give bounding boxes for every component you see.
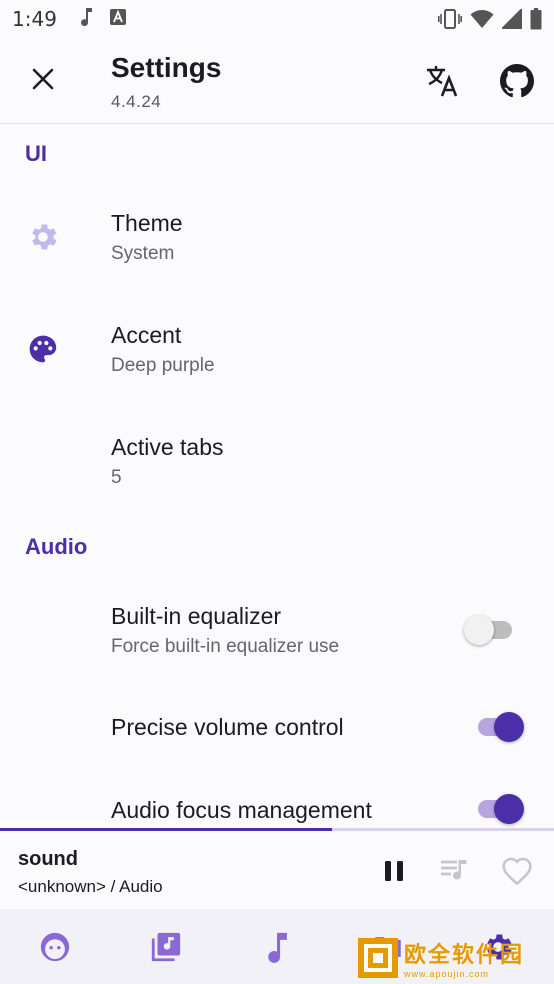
- album-icon: [151, 932, 181, 962]
- pause-icon: [385, 861, 403, 881]
- status-time: 1:49: [12, 7, 57, 31]
- mini-player[interactable]: sound <unknown> / Audio: [0, 831, 554, 909]
- pref-active-tabs[interactable]: Active tabs 5: [0, 407, 554, 515]
- wifi-icon: [470, 9, 494, 34]
- watermark: 欧全软件园 www.apoujin.com: [356, 935, 546, 981]
- audio-focus-switch[interactable]: [474, 794, 524, 824]
- pref-precise-volume[interactable]: Precise volume control: [0, 690, 554, 770]
- palette-icon: [25, 331, 61, 367]
- music-note-icon: [268, 932, 287, 963]
- nav-artists[interactable]: [35, 927, 75, 967]
- artist-face-icon: [40, 932, 70, 962]
- section-header-ui: UI: [25, 141, 47, 166]
- nav-songs[interactable]: [257, 927, 297, 967]
- page-title: Settings: [111, 52, 222, 83]
- translate-button[interactable]: [424, 62, 462, 100]
- queue-button[interactable]: [437, 853, 473, 889]
- nav-albums[interactable]: [146, 927, 186, 967]
- section-header-audio: Audio: [25, 534, 88, 559]
- music-note-icon: [79, 7, 93, 32]
- close-button[interactable]: [26, 62, 60, 96]
- pref-audio-focus-title: Audio focus management: [111, 797, 372, 823]
- watermark-logo: [358, 938, 398, 978]
- close-icon: [32, 68, 54, 90]
- pref-equalizer-summary: Force built-in equalizer use: [111, 636, 340, 657]
- pref-accent-summary: Deep purple: [111, 355, 215, 376]
- precise-volume-switch[interactable]: [474, 712, 524, 742]
- pref-theme-summary: System: [111, 243, 175, 264]
- track-subtitle: <unknown> / Audio: [18, 877, 163, 896]
- app-bar: Settings 4.4.24: [0, 38, 554, 124]
- pref-active-tabs-title: Active tabs: [111, 434, 224, 460]
- pref-equalizer[interactable]: Built-in equalizer Force built-in equali…: [0, 577, 554, 685]
- gear-icon: [25, 219, 61, 255]
- pref-theme-title: Theme: [111, 210, 183, 236]
- track-title: sound: [18, 848, 78, 870]
- watermark-url: www.apoujin.com: [404, 969, 490, 979]
- status-bar: 1:49: [0, 0, 554, 38]
- status-right-icons: [438, 7, 542, 35]
- queue-icon: [441, 860, 467, 880]
- watermark-text: 欧全软件园: [404, 943, 525, 968]
- battery-icon: [530, 8, 542, 35]
- pref-active-tabs-summary: 5: [111, 467, 122, 488]
- pref-precise-volume-title: Precise volume control: [111, 714, 344, 740]
- text-a-icon: [109, 8, 127, 31]
- equalizer-switch[interactable]: [464, 615, 514, 645]
- app-version: 4.4.24: [111, 92, 162, 111]
- pref-accent-title: Accent: [111, 322, 182, 348]
- pref-audio-focus[interactable]: Audio focus management: [0, 775, 554, 828]
- favorite-button[interactable]: [499, 853, 535, 889]
- vibrate-icon: [438, 8, 462, 35]
- settings-list[interactable]: UI Theme System Accent Deep purple Activ…: [0, 125, 554, 828]
- translate-icon: [427, 66, 458, 97]
- signal-icon: [500, 7, 522, 34]
- pref-equalizer-title: Built-in equalizer: [111, 603, 282, 629]
- pause-button[interactable]: [376, 853, 412, 889]
- heart-icon: [502, 857, 532, 886]
- pref-theme[interactable]: Theme System: [0, 183, 554, 291]
- status-left-icons: [79, 7, 127, 32]
- github-icon: [500, 64, 534, 98]
- pref-accent[interactable]: Accent Deep purple: [0, 295, 554, 403]
- github-button[interactable]: [498, 62, 536, 100]
